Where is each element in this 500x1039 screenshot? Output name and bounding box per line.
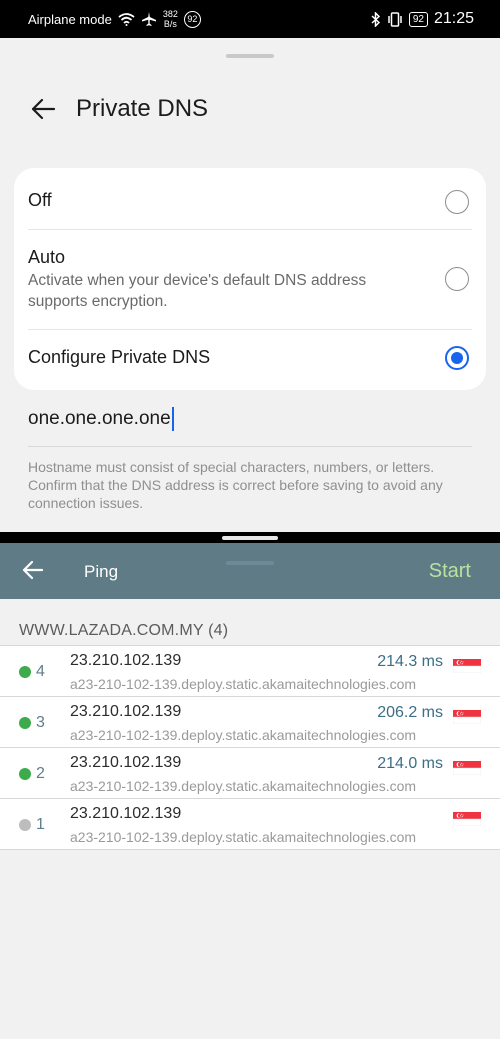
split-handle[interactable] — [222, 536, 278, 540]
status-dot — [19, 819, 31, 831]
ping-results: WWW.LAZADA.COM.MY (4) 4 23.210.102.139 a23… — [0, 599, 500, 1039]
singapore-flag-icon — [453, 659, 481, 673]
option-configure[interactable]: Configure Private DNS — [28, 347, 472, 368]
ip-address: 23.210.102.139 — [70, 805, 182, 822]
radio-configure[interactable] — [445, 346, 469, 370]
latency: 214.3 ms — [377, 653, 443, 670]
status-dot — [19, 768, 31, 780]
bluetooth-icon — [371, 11, 380, 27]
radio-off[interactable] — [445, 190, 469, 214]
list-item[interactable]: 2 23.210.102.139 a23-210-102-139.deploy.st… — [0, 748, 500, 799]
singapore-flag-icon — [453, 812, 481, 826]
wifi-icon — [118, 12, 135, 26]
page-title: Private DNS — [76, 95, 209, 122]
split-screen-divider[interactable] — [0, 532, 500, 543]
status-bar: Airplane mode 382 B/s 92 92 21:25 — [0, 0, 500, 38]
back-button[interactable] — [28, 94, 58, 124]
hostname-hint: Hostname must consist of special charact… — [28, 459, 443, 511]
sequence-number: 2 — [36, 765, 45, 782]
hostname-input[interactable]: one.one.one.one — [28, 407, 174, 431]
divider — [28, 329, 472, 330]
clock: 21:25 — [433, 10, 474, 27]
battery-indicator: 92 — [408, 11, 428, 27]
airplane-mode-label: Airplane mode — [28, 11, 112, 27]
notification-badge: 92 — [183, 10, 201, 28]
speed-unit: B/s — [163, 19, 177, 29]
status-dot — [19, 666, 31, 678]
window-drag-handle[interactable] — [226, 561, 274, 565]
ping-back-button[interactable] — [20, 557, 46, 583]
hostname: a23-210-102-139.deploy.static.akamaitech… — [70, 727, 417, 743]
vibrate-icon — [388, 11, 402, 27]
speed-value: 382 — [162, 9, 178, 19]
option-off[interactable]: Off — [28, 190, 472, 211]
private-dns-pane: Private DNS Off Auto Activate when your … — [0, 38, 500, 532]
ping-result-list: 4 23.210.102.139 a23-210-102-139.deploy.st… — [0, 645, 500, 850]
sequence-number: 1 — [36, 816, 45, 833]
start-button[interactable]: Start — [429, 560, 471, 583]
divider — [28, 229, 472, 230]
ip-address: 23.210.102.139 — [70, 703, 182, 720]
list-item[interactable]: 3 23.210.102.139 a23-210-102-139.deploy.st… — [0, 697, 500, 748]
hostname-value: one.one.one.one — [28, 408, 171, 429]
airplane-icon — [141, 12, 156, 26]
hostname: a23-210-102-139.deploy.static.akamaitech… — [70, 676, 417, 692]
ping-title: Ping — [84, 562, 119, 581]
arrow-left-icon — [22, 560, 44, 580]
dns-mode-card: Off Auto Activate when your device's def… — [14, 168, 486, 390]
sequence-number: 4 — [36, 663, 45, 680]
ip-address: 23.210.102.139 — [70, 652, 182, 669]
hostname: a23-210-102-139.deploy.static.akamaitech… — [70, 829, 417, 845]
text-caret — [171, 407, 174, 431]
arrow-left-icon — [31, 98, 56, 120]
singapore-flag-icon — [453, 710, 481, 724]
latency: 214.0 ms — [377, 755, 443, 772]
option-auto-description: Activate when your device's default DNS … — [28, 272, 367, 310]
option-configure-label: Configure Private DNS — [28, 347, 211, 367]
window-drag-handle[interactable] — [226, 54, 274, 58]
ping-app-bar: Ping Start — [0, 543, 500, 599]
status-dot — [19, 717, 31, 729]
singapore-flag-icon — [453, 761, 481, 775]
network-speed: 382 B/s — [163, 9, 178, 29]
radio-auto[interactable] — [445, 267, 469, 291]
latency: 206.2 ms — [377, 704, 443, 721]
sequence-number: 3 — [36, 714, 45, 731]
hostname: a23-210-102-139.deploy.static.akamaitech… — [70, 778, 417, 794]
option-auto-label: Auto — [28, 247, 66, 267]
ip-address: 23.210.102.139 — [70, 754, 182, 771]
option-auto[interactable]: Auto Activate when your device's default… — [28, 247, 472, 312]
host-group-header: WWW.LAZADA.COM.MY (4) — [19, 622, 229, 639]
list-item[interactable]: 1 23.210.102.139 a23-210-102-139.deploy.st… — [0, 799, 500, 850]
list-item[interactable]: 4 23.210.102.139 a23-210-102-139.deploy.st… — [0, 646, 500, 697]
option-off-label: Off — [28, 190, 52, 210]
input-underline — [28, 446, 472, 447]
